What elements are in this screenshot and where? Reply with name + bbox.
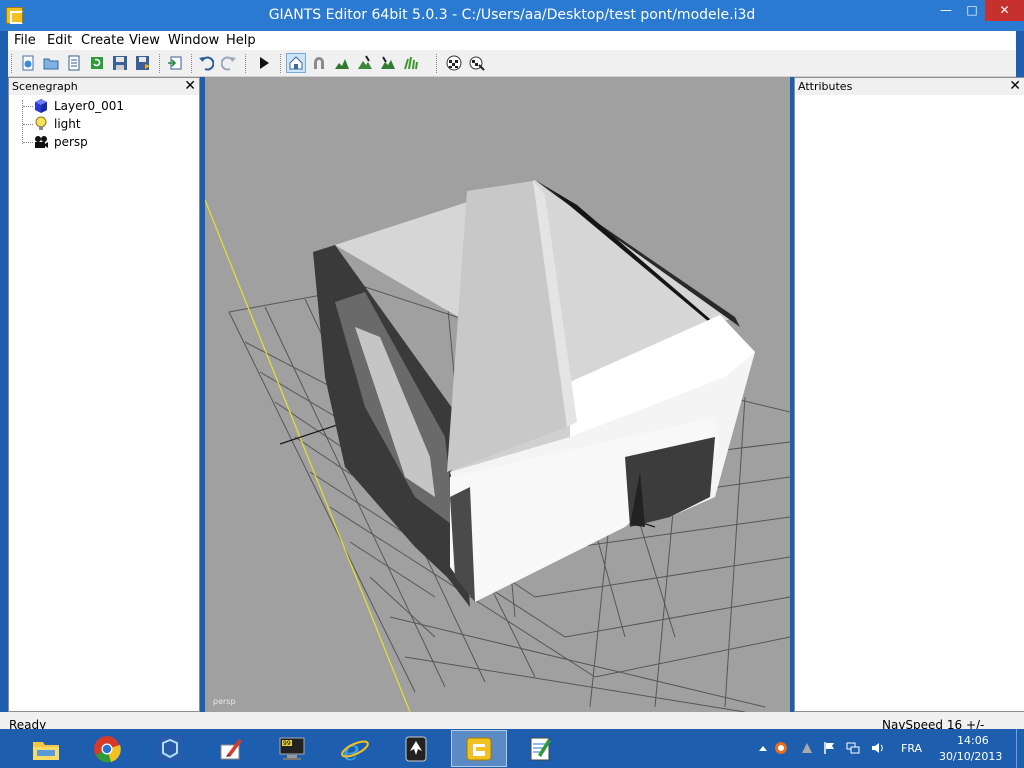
menu-help[interactable]: Help bbox=[226, 33, 256, 48]
maximize-button[interactable]: □ bbox=[959, 0, 985, 21]
tree-node-layer0-001[interactable]: Layer0_001 bbox=[9, 97, 199, 115]
reload-icon[interactable] bbox=[87, 53, 107, 73]
bulb-icon bbox=[35, 116, 47, 130]
close-button[interactable]: ✕ bbox=[985, 0, 1024, 21]
status-bar: Ready NavSpeed 16 +/- bbox=[0, 712, 1024, 732]
tray-triangle-icon[interactable] bbox=[800, 741, 814, 755]
clock-date[interactable]: 30/10/2013 bbox=[939, 750, 1002, 763]
inkscape-icon[interactable] bbox=[388, 730, 444, 767]
action-center-flag-icon[interactable] bbox=[822, 741, 836, 755]
tree-node-light[interactable]: light bbox=[9, 115, 199, 133]
toolbar-separator bbox=[245, 54, 247, 73]
redo-icon[interactable] bbox=[219, 53, 239, 73]
attributes-header: Attributes ✕ bbox=[795, 78, 1024, 95]
tree-node-label: light bbox=[54, 117, 81, 131]
menu-bar: File Edit Create View Window Help bbox=[8, 31, 1016, 50]
attributes-panel: Attributes ✕ bbox=[794, 77, 1024, 712]
tree-connector bbox=[23, 142, 33, 143]
cube-icon bbox=[35, 99, 47, 113]
clock-time[interactable]: 14:06 bbox=[957, 734, 989, 747]
save-icon[interactable] bbox=[110, 53, 130, 73]
notepad-icon[interactable] bbox=[512, 730, 568, 767]
menu-file[interactable]: File bbox=[14, 33, 36, 48]
menu-window[interactable]: Window bbox=[168, 33, 219, 48]
scenegraph-close-button[interactable]: ✕ bbox=[184, 78, 196, 94]
main-toolbar bbox=[8, 50, 1016, 77]
scenegraph-header: Scenegraph ✕ bbox=[9, 78, 199, 95]
attributes-close-button[interactable]: ✕ bbox=[1009, 78, 1021, 94]
volume-icon[interactable] bbox=[871, 741, 885, 755]
tree-node-persp[interactable]: persp bbox=[9, 133, 199, 151]
toolbar-separator bbox=[280, 54, 282, 73]
window-title: GIANTS Editor 64bit 5.0.3 - C:/Users/aa/… bbox=[268, 7, 756, 23]
tree-node-label: Layer0_001 bbox=[54, 99, 124, 113]
magnet-icon[interactable] bbox=[309, 53, 329, 73]
play-icon[interactable] bbox=[254, 53, 274, 73]
file-explorer-icon[interactable] bbox=[18, 730, 74, 767]
select-mode-icon[interactable] bbox=[286, 53, 306, 73]
chrome-icon[interactable] bbox=[79, 730, 135, 767]
menu-edit[interactable]: Edit bbox=[47, 33, 72, 48]
tray-app-icon[interactable] bbox=[774, 741, 788, 755]
tree-connector bbox=[23, 106, 33, 107]
terrain-sculpt-icon[interactable] bbox=[332, 53, 352, 73]
toolbar-grip bbox=[11, 54, 13, 73]
import-icon[interactable] bbox=[165, 53, 185, 73]
toolbar-separator bbox=[436, 54, 438, 73]
checker-settings-icon[interactable] bbox=[467, 53, 487, 73]
tree-connector bbox=[23, 124, 33, 125]
terrain-paint-icon[interactable] bbox=[355, 53, 375, 73]
open-list-icon[interactable] bbox=[64, 53, 84, 73]
menu-view[interactable]: View bbox=[129, 33, 160, 48]
camera-label: persp bbox=[213, 697, 236, 706]
giants-editor-icon[interactable] bbox=[451, 730, 507, 767]
foliage-paint-icon[interactable] bbox=[401, 53, 421, 73]
scenegraph-title: Scenegraph bbox=[12, 80, 78, 93]
menu-create[interactable]: Create bbox=[81, 33, 124, 48]
paint-brush-icon[interactable] bbox=[203, 730, 259, 767]
open-icon[interactable] bbox=[41, 53, 61, 73]
checker-icon[interactable] bbox=[444, 53, 464, 73]
minimize-button[interactable]: — bbox=[933, 0, 959, 21]
show-desktop-button[interactable] bbox=[1016, 729, 1024, 768]
network-icon[interactable] bbox=[846, 741, 860, 755]
terrain-smooth-icon[interactable] bbox=[378, 53, 398, 73]
tree-node-label: persp bbox=[54, 135, 88, 149]
undo-icon[interactable] bbox=[196, 53, 216, 73]
toolbar-separator bbox=[159, 54, 161, 73]
camera-icon bbox=[35, 136, 48, 148]
scenegraph-panel: Scenegraph ✕ Layer0_001 light persp bbox=[8, 77, 200, 712]
viewport-scene bbox=[205, 180, 790, 712]
windows-taskbar: 99 e FRA 14:06 30/10/2013 bbox=[0, 729, 1024, 768]
input-language[interactable]: FRA bbox=[901, 742, 922, 755]
bridge-model bbox=[313, 180, 755, 607]
title-bar: GIANTS Editor 64bit 5.0.3 - C:/Users/aa/… bbox=[0, 0, 1024, 31]
internet-explorer-icon[interactable]: e bbox=[327, 730, 383, 767]
svg-text:99: 99 bbox=[283, 740, 291, 747]
sketchup-icon[interactable] bbox=[142, 730, 198, 767]
tray-expand-icon[interactable] bbox=[756, 741, 770, 755]
attributes-title: Attributes bbox=[798, 80, 853, 93]
save-as-icon[interactable] bbox=[133, 53, 153, 73]
3d-viewport[interactable]: persp bbox=[205, 77, 790, 712]
new-scene-icon[interactable] bbox=[18, 53, 38, 73]
toolbar-separator bbox=[191, 54, 193, 73]
monitor-99-icon[interactable]: 99 bbox=[264, 730, 320, 767]
